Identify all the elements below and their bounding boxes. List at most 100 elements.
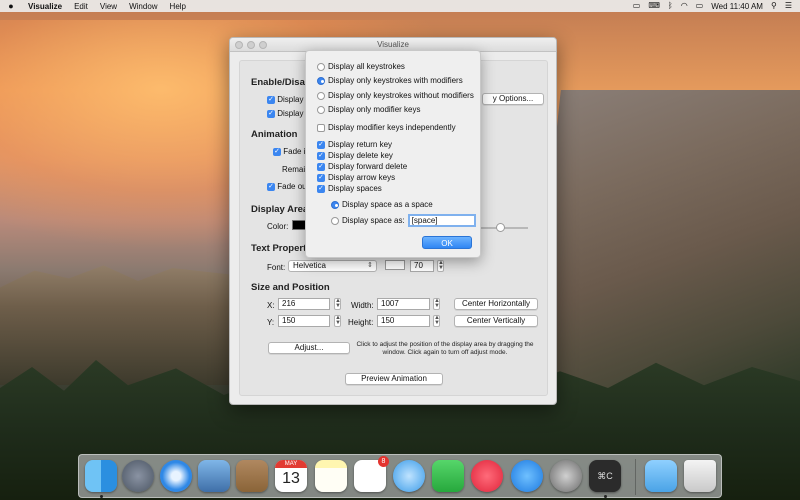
x-field[interactable]: 216 (278, 298, 330, 310)
space-replacement-field[interactable]: [space] (407, 214, 476, 227)
itunes-icon[interactable] (471, 460, 503, 492)
check-spaces[interactable]: ✓ Display spaces (317, 184, 382, 193)
menu-edit[interactable]: Edit (68, 2, 94, 11)
enable-row-1[interactable]: ✓ Display (267, 95, 303, 104)
radio-icon[interactable] (317, 105, 325, 114)
wifi-icon[interactable]: ◠ (681, 0, 688, 12)
close-button[interactable] (235, 41, 243, 49)
y-stepper[interactable]: ▲ ▼ (334, 315, 341, 327)
radio-label: Display only modifier keys (328, 105, 421, 114)
radio-with-modifiers[interactable]: Display only keystrokes with modifiers (317, 76, 463, 85)
text-color-well[interactable] (385, 260, 405, 270)
width-stepper[interactable]: ▲ ▼ (433, 298, 440, 310)
notes-icon[interactable] (315, 460, 347, 492)
zoom-button[interactable] (259, 41, 267, 49)
checkbox-icon[interactable]: ✓ (317, 140, 325, 149)
menu-help[interactable]: Help (164, 2, 192, 11)
radio-icon[interactable] (317, 62, 325, 71)
enable-row-2-label: Display (277, 109, 304, 118)
checkbox-icon[interactable]: ✓ (267, 95, 275, 104)
check-modifier-independent[interactable]: Display modifier keys independently (317, 123, 456, 132)
y-field[interactable]: 150 (278, 315, 330, 327)
menu-app-name[interactable]: Visualize (22, 2, 68, 11)
checkbox-icon[interactable]: ✓ (267, 182, 275, 191)
radio-label: Display only keystrokes without modifier… (328, 91, 474, 100)
checkbox-icon[interactable]: ✓ (267, 109, 275, 118)
checkbox-icon[interactable]: ✓ (273, 147, 281, 156)
font-size-field[interactable]: 70 (410, 260, 434, 272)
width-field[interactable]: 1007 (377, 298, 430, 310)
checkbox-icon[interactable] (317, 123, 325, 132)
preview-animation-button[interactable]: Preview Animation (345, 373, 443, 385)
adjust-button[interactable]: Adjust... (268, 342, 350, 354)
center-vertically-button[interactable]: Center Vertically (454, 315, 538, 327)
checkbox-label: Display modifier keys independently (328, 123, 456, 132)
checkbox-icon[interactable]: ✓ (317, 184, 325, 193)
color-well[interactable] (292, 220, 306, 230)
enable-row-1-label: Display (277, 95, 304, 104)
calendar-icon[interactable]: MAY 13 (275, 460, 307, 492)
radio-selected-icon[interactable] (317, 76, 325, 85)
x-stepper[interactable]: ▲ ▼ (334, 298, 341, 310)
opacity-slider-knob[interactable] (496, 223, 505, 232)
menu-view[interactable]: View (94, 2, 123, 11)
finder-icon[interactable] (85, 460, 117, 492)
menu-window[interactable]: Window (123, 2, 163, 11)
chevron-updown-icon: ⇕ (367, 262, 373, 269)
minimize-button[interactable] (247, 41, 255, 49)
launchpad-icon[interactable] (122, 460, 154, 492)
ok-button[interactable]: OK (422, 236, 472, 249)
spotlight-icon[interactable]: ⚲ (771, 0, 777, 12)
font-size-stepper[interactable]: ▲ ▼ (437, 260, 444, 272)
fade-out-label: Fade ou (277, 182, 307, 191)
appstore-icon[interactable] (511, 460, 543, 492)
center-horizontally-button[interactable]: Center Horizontally (454, 298, 538, 310)
preferences-icon[interactable] (550, 460, 582, 492)
check-forward-delete[interactable]: ✓ Display forward delete (317, 162, 407, 171)
safari-icon[interactable] (160, 460, 192, 492)
check-return-key[interactable]: ✓ Display return key (317, 140, 392, 149)
radio-space-as[interactable]: Display space as: [space] (331, 214, 476, 227)
mail-icon[interactable] (198, 460, 230, 492)
radio-icon[interactable] (317, 91, 325, 100)
trash-icon[interactable] (684, 460, 716, 492)
options-button[interactable]: y Options... (482, 93, 544, 105)
fade-out-row[interactable]: ✓ Fade ou (267, 182, 307, 191)
fade-in-row[interactable]: ✓ Fade i (273, 147, 305, 156)
battery-icon[interactable]: ▭ (696, 0, 704, 12)
radio-space-as-space[interactable]: Display space as a space (331, 200, 433, 209)
radio-selected-icon[interactable] (331, 200, 339, 209)
color-label: Color: (267, 222, 289, 231)
section-enable: Enable/Disab (251, 77, 311, 88)
section-size-position: Size and Position (251, 282, 330, 293)
menu-clock[interactable]: Wed 11:40 AM (711, 2, 763, 11)
apple-menu-icon[interactable]: ● (0, 1, 22, 11)
radio-all-keystrokes[interactable]: Display all keystrokes (317, 62, 405, 71)
messages-icon[interactable] (393, 460, 425, 492)
checkbox-icon[interactable]: ✓ (317, 151, 325, 160)
keyboard-icon[interactable]: ⌨ (648, 0, 660, 12)
checkbox-label: Display return key (328, 140, 393, 149)
radio-icon[interactable] (331, 216, 339, 225)
font-popup[interactable]: Helvetica ⇕ (288, 260, 377, 272)
enable-row-2[interactable]: ✓ Display (267, 109, 303, 118)
dock-divider (635, 459, 636, 495)
window-title: Visualize (377, 40, 409, 49)
checkbox-icon[interactable]: ✓ (317, 162, 325, 171)
height-field[interactable]: 150 (377, 315, 430, 327)
contacts-icon[interactable] (236, 460, 268, 492)
check-delete-key[interactable]: ✓ Display delete key (317, 151, 393, 160)
radio-without-modifiers[interactable]: Display only keystrokes without modifier… (317, 91, 474, 100)
console-icon[interactable]: ⌘C (589, 460, 621, 492)
reminders-icon[interactable]: 8 (354, 456, 389, 492)
height-stepper[interactable]: ▲ ▼ (433, 315, 440, 327)
facetime-icon[interactable] (432, 460, 464, 492)
downloads-icon[interactable] (645, 460, 677, 492)
bluetooth-icon[interactable]: ᛒ (668, 0, 673, 12)
radio-only-modifiers[interactable]: Display only modifier keys (317, 105, 420, 114)
font-value: Helvetica (293, 261, 326, 270)
display-icon[interactable]: ▭ (633, 0, 641, 12)
check-arrow-keys[interactable]: ✓ Display arrow keys (317, 173, 395, 182)
checkbox-icon[interactable]: ✓ (317, 173, 325, 182)
notification-center-icon[interactable]: ☰ (785, 0, 792, 12)
